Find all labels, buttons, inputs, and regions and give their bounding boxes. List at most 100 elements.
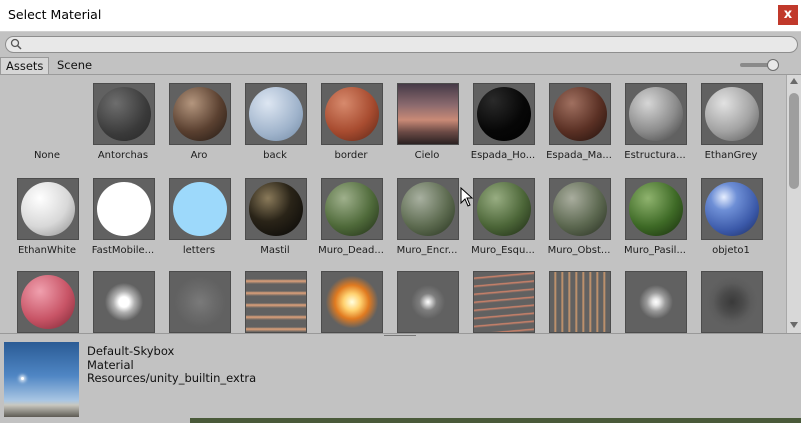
- light-blue-sphere-icon: [245, 83, 307, 145]
- green-rock-sphere-icon: [397, 178, 459, 240]
- material-label: EthanGrey: [704, 150, 758, 161]
- material-item[interactable]: [9, 263, 85, 333]
- white-sphere-icon: [93, 178, 155, 240]
- preview-panel: Default-Skybox Material Resources/unity_…: [0, 339, 801, 423]
- flames-grid-particle-icon: [549, 271, 611, 333]
- green-gray-sphere-icon: [549, 178, 611, 240]
- material-item[interactable]: EthanGrey: [693, 75, 769, 167]
- mouse-cursor-icon: [460, 187, 474, 207]
- material-item[interactable]: back: [237, 75, 313, 167]
- tab-scene[interactable]: Scene: [52, 57, 97, 73]
- material-label: Espada_Ho...: [470, 150, 536, 161]
- close-icon: x: [783, 7, 793, 22]
- material-label: Estructura...: [624, 150, 686, 161]
- material-item[interactable]: Antorchas: [85, 75, 161, 167]
- zoom-slider-thumb[interactable]: [767, 59, 779, 71]
- material-item[interactable]: Mastil: [237, 170, 313, 262]
- green-stone-sphere-icon: [321, 178, 383, 240]
- white-glow-particle-icon: [93, 271, 155, 333]
- blue-glossy-sphere-icon: [701, 178, 763, 240]
- material-label: Muro_Obst...: [547, 245, 611, 256]
- material-label: Muro_Pasil...: [624, 245, 686, 256]
- material-item[interactable]: border: [313, 75, 389, 167]
- material-label: EthanWhite: [17, 245, 77, 256]
- material-item-none[interactable]: None: [9, 75, 85, 167]
- material-label: border: [334, 150, 368, 161]
- material-label: Espada_Ma...: [546, 150, 612, 161]
- material-item[interactable]: objeto1: [693, 170, 769, 262]
- material-item[interactable]: [465, 263, 541, 333]
- material-item[interactable]: Muro_Pasil...: [617, 170, 693, 262]
- search-row: [0, 32, 801, 56]
- material-item[interactable]: Muro_Esqu...: [465, 170, 541, 262]
- orange-sphere-icon: [321, 83, 383, 145]
- material-label: Aro: [190, 150, 208, 161]
- material-item[interactable]: Espada_Ho...: [465, 75, 541, 167]
- sun-icon: [21, 377, 24, 380]
- pink-sphere-icon: [17, 271, 79, 333]
- material-item[interactable]: FastMobile...: [85, 170, 161, 262]
- search-input[interactable]: [5, 36, 798, 53]
- white-pattern-sphere-icon: [17, 178, 79, 240]
- dark-gray-sphere-icon: [93, 83, 155, 145]
- material-label: Cielo: [414, 150, 440, 161]
- material-item[interactable]: Muro_Dead...: [313, 170, 389, 262]
- select-material-window: Select Material x Assets Scene None Anto…: [0, 0, 801, 423]
- material-label: None: [33, 150, 61, 161]
- search-icon: [10, 38, 22, 50]
- material-label: back: [263, 150, 287, 161]
- brown-textured-sphere-icon: [169, 83, 231, 145]
- material-label: Muro_Dead...: [318, 245, 384, 256]
- fire-explosion-particle-icon: [321, 271, 383, 333]
- material-item[interactable]: [313, 263, 389, 333]
- dark-brown-sphere-icon: [549, 83, 611, 145]
- orange-streaks-particle-icon: [245, 271, 307, 333]
- close-button[interactable]: x: [778, 5, 798, 25]
- material-label: FastMobile...: [91, 245, 155, 256]
- material-item[interactable]: Aro: [161, 75, 237, 167]
- scroll-down-icon[interactable]: [790, 322, 798, 328]
- dark-smoke-particle-icon: [701, 271, 763, 333]
- material-label: letters: [182, 245, 216, 256]
- stone-sphere-icon: [625, 83, 687, 145]
- material-label: Muro_Esqu...: [471, 245, 535, 256]
- material-label: Antorchas: [97, 150, 149, 161]
- material-item[interactable]: [541, 263, 617, 333]
- window-title: Select Material: [8, 7, 102, 22]
- small-glow-particle-icon: [397, 271, 459, 333]
- gray-pattern-sphere-icon: [701, 83, 763, 145]
- material-item[interactable]: Cielo: [389, 75, 465, 167]
- background-scene-strip: [190, 418, 801, 423]
- material-item[interactable]: [693, 263, 769, 333]
- material-label: Muro_Encr...: [396, 245, 458, 256]
- black-sphere-icon: [473, 83, 535, 145]
- material-item[interactable]: Espada_Ma...: [541, 75, 617, 167]
- material-item[interactable]: [617, 263, 693, 333]
- scroll-up-icon[interactable]: [790, 78, 798, 84]
- material-item[interactable]: [161, 263, 237, 333]
- cyan-sphere-icon: [169, 178, 231, 240]
- material-label: Mastil: [260, 245, 290, 256]
- material-item[interactable]: letters: [161, 170, 237, 262]
- material-item[interactable]: [389, 263, 465, 333]
- material-grid: None Antorchas Aro back border Cielo Esp…: [0, 75, 786, 333]
- material-label: objeto1: [712, 245, 750, 256]
- green-moss-sphere-icon: [625, 178, 687, 240]
- material-item[interactable]: Muro_Encr...: [389, 170, 465, 262]
- skybox-preview: [4, 342, 79, 417]
- material-item[interactable]: [237, 263, 313, 333]
- tab-assets[interactable]: Assets: [0, 57, 50, 74]
- title-bar[interactable]: Select Material x: [0, 0, 801, 32]
- material-item[interactable]: Estructura...: [617, 75, 693, 167]
- tab-bar: Assets Scene: [0, 57, 801, 75]
- material-item[interactable]: [85, 263, 161, 333]
- vertical-scrollbar[interactable]: [786, 75, 801, 333]
- scrollbar-thumb[interactable]: [789, 93, 799, 189]
- sparks-particle-icon: [473, 271, 535, 333]
- black-glossy-sphere-icon: [245, 178, 307, 240]
- preview-type: Material: [87, 358, 134, 372]
- preview-path: Resources/unity_builtin_extra: [87, 371, 257, 385]
- material-item[interactable]: EthanWhite: [9, 170, 85, 262]
- material-item[interactable]: Muro_Obst...: [541, 170, 617, 262]
- preview-name: Default-Skybox: [87, 344, 175, 358]
